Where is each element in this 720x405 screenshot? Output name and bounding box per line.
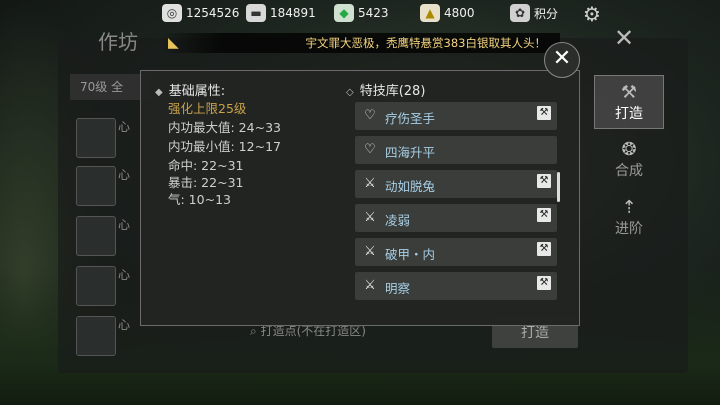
skill-name: 四海升平 bbox=[385, 145, 436, 160]
resource-value: 1254526 bbox=[186, 6, 240, 20]
attribute-line: 内功最小值: 12~17 bbox=[168, 139, 281, 154]
sword-icon: ⚔ bbox=[364, 278, 376, 293]
hammer-icon: ⚒ bbox=[537, 276, 551, 290]
gear-icon[interactable]: ⚙ bbox=[580, 2, 604, 26]
sword-icon: ⚔ bbox=[364, 244, 376, 259]
search-icon: ⌕ bbox=[250, 324, 257, 338]
close-icon[interactable]: ✕ bbox=[614, 24, 634, 52]
attribute-line: 气: 10~13 bbox=[168, 192, 231, 207]
jade-icon: ◆ bbox=[334, 4, 354, 22]
item-slot[interactable] bbox=[76, 266, 116, 306]
heart-plus-icon: ♡ bbox=[364, 108, 376, 123]
skills-heading: ◇ 特技库(28) bbox=[346, 80, 425, 99]
resource-jade: ◆ 5423 bbox=[334, 4, 389, 22]
attributes-heading: ◆ 基础属性: bbox=[155, 80, 225, 99]
item-slot[interactable] bbox=[76, 166, 116, 206]
skill-row[interactable]: ⚔ 动如脱兔 ⚒ bbox=[355, 170, 557, 198]
skill-name: 破甲・内 bbox=[385, 247, 436, 262]
resource-ingot: ▬ 184891 bbox=[246, 4, 316, 22]
sword-icon: ⚔ bbox=[364, 210, 376, 225]
horn-icon: ◣ bbox=[168, 35, 179, 51]
resource-film: ◎ 1254526 bbox=[162, 4, 239, 22]
skill-list-scrollbar[interactable] bbox=[557, 172, 560, 202]
skill-name: 明察 bbox=[385, 281, 411, 296]
skill-name: 疗伤圣手 bbox=[385, 111, 436, 126]
heart-plus-icon: ♡ bbox=[364, 142, 376, 157]
resource-gold: ▲ 4800 bbox=[420, 4, 475, 22]
tab-label: 合成 bbox=[615, 163, 643, 179]
announcement-banner: ◣ 宇文罪大恶极，秃鹰特悬赏383白银取其人头！ bbox=[160, 33, 560, 53]
tab-label: 打造 bbox=[615, 106, 643, 122]
item-label: 心 bbox=[118, 168, 131, 182]
skill-row[interactable]: ⚔ 凌弱 ⚒ bbox=[355, 204, 557, 232]
close-icon[interactable]: ✕ bbox=[544, 42, 580, 78]
gold-ingot-icon: ▲ bbox=[420, 4, 440, 22]
item-slot[interactable] bbox=[76, 118, 116, 158]
resource-points: ✿ 积分 bbox=[510, 4, 558, 22]
attributes-title: 基础属性: bbox=[168, 84, 226, 99]
item-label: 心 bbox=[118, 318, 131, 332]
hammer-icon: ⚒ bbox=[537, 242, 551, 256]
tab-craft[interactable]: ⚒ 打造 bbox=[594, 75, 664, 129]
ingot-icon: ▬ bbox=[246, 4, 266, 22]
tab-advance[interactable]: ⇡ 进阶 bbox=[594, 191, 664, 245]
attribute-line: 内功最大值: 24~33 bbox=[168, 120, 281, 135]
item-slot[interactable] bbox=[76, 316, 116, 356]
item-label: 心 bbox=[118, 120, 131, 134]
resource-value: 184891 bbox=[270, 6, 316, 20]
resource-bar: ◎ 1254526 ▬ 184891 ◆ 5423 ▲ 4800 ✿ 积分 ⚙ bbox=[0, 0, 720, 28]
skill-row[interactable]: ⚔ 破甲・内 ⚒ bbox=[355, 238, 557, 266]
skill-name: 凌弱 bbox=[385, 213, 411, 228]
hammer-icon: ⚒ bbox=[537, 174, 551, 188]
anvil-icon: ⚒ bbox=[620, 82, 638, 103]
diamond-icon: ◇ bbox=[346, 87, 354, 98]
advance-icon: ⇡ bbox=[621, 197, 637, 218]
points-icon: ✿ bbox=[510, 4, 530, 22]
hammer-icon: ⚒ bbox=[537, 208, 551, 222]
sword-icon: ⚔ bbox=[364, 176, 376, 191]
resource-value: 5423 bbox=[358, 6, 389, 20]
announcement-text: 宇文罪大恶极，秃鹰特悬赏383白银取其人头！ bbox=[305, 36, 546, 50]
film-reel-icon: ◎ bbox=[162, 4, 182, 22]
skills-title: 特技库(28) bbox=[359, 84, 426, 99]
skill-list[interactable]: ♡ 疗伤圣手 ⚒ ♡ 四海升平 ⚔ 动如脱兔 ⚒ ⚔ 凌弱 ⚒ ⚔ 破甲・内 ⚒… bbox=[355, 102, 560, 307]
skill-row[interactable]: ♡ 四海升平 bbox=[355, 136, 557, 164]
window-title: 作坊 bbox=[98, 30, 138, 54]
enhance-limit: 强化上限25级 bbox=[168, 101, 247, 116]
skill-row[interactable]: ⚔ 明察 ⚒ bbox=[355, 272, 557, 300]
craft-location-text: 打造点(不在打造区) bbox=[260, 324, 366, 338]
skill-row[interactable]: ♡ 疗伤圣手 ⚒ bbox=[355, 102, 557, 130]
diamond-icon: ◆ bbox=[155, 87, 163, 98]
level-filter[interactable]: 70级 全 bbox=[70, 74, 150, 100]
side-tabs: ⚒ 打造 ❂ 合成 ⇡ 进阶 bbox=[594, 75, 664, 249]
tab-compose[interactable]: ❂ 合成 bbox=[594, 133, 664, 187]
resource-value: 积分 bbox=[534, 6, 559, 21]
resource-value: 4800 bbox=[444, 6, 475, 20]
compose-icon: ❂ bbox=[621, 139, 637, 160]
tab-label: 进阶 bbox=[615, 221, 643, 237]
item-label: 心 bbox=[118, 268, 131, 282]
hammer-icon: ⚒ bbox=[537, 106, 551, 120]
item-label: 心 bbox=[118, 218, 131, 232]
item-slot[interactable] bbox=[76, 216, 116, 256]
skill-name: 动如脱兔 bbox=[385, 179, 436, 194]
